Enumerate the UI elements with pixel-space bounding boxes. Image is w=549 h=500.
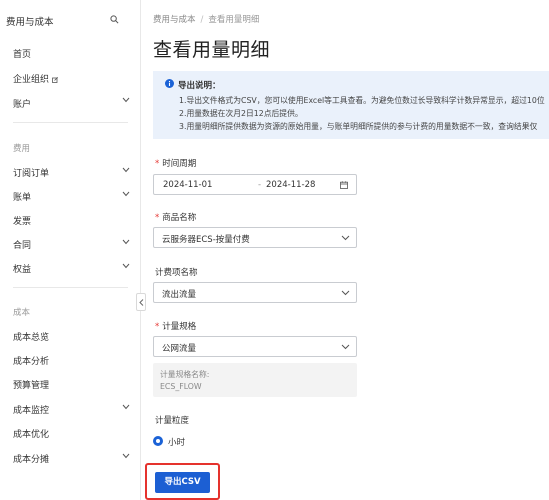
chevron-down-icon — [341, 290, 350, 296]
sidebar-item-org[interactable]: 企业组织 — [13, 72, 58, 85]
sidebar-divider — [13, 287, 128, 288]
sidebar-item-label: 企业组织 — [13, 75, 50, 85]
sidebar-item-orders[interactable]: 订阅订单 — [13, 166, 49, 179]
notice-line: 3.用量明细所提供数据为资源的原始用量，与账单明细所提供的参与计费的用量数据不一… — [179, 122, 538, 131]
sidebar-section-cost: 成本 — [13, 308, 31, 318]
calendar-icon — [340, 181, 348, 189]
sidebar: 费用与成本 首页 企业组织 账户 费用 订阅订单 账单 发票 合同 权益 成本 … — [0, 0, 141, 500]
chevron-down-icon[interactable] — [122, 404, 130, 410]
spec-value: 公网流量 — [162, 344, 197, 354]
end-date[interactable]: 2024-11-28 — [266, 180, 315, 190]
export-csv-button[interactable]: 导出CSV — [155, 472, 210, 493]
info-icon — [165, 79, 174, 88]
notice-line: 1.导出文件格式为CSV，您可以使用Excel等工具查看。为避免位数过长导致科学… — [179, 96, 545, 105]
billing-item-label: 计费项名称 — [155, 268, 198, 278]
chevron-left-icon — [138, 298, 143, 306]
spec-select[interactable]: 公网流量 — [153, 336, 357, 357]
sidebar-item-home[interactable]: 首页 — [13, 47, 31, 60]
date-range-picker[interactable]: 2024-11-01 - 2024-11-28 — [153, 174, 357, 195]
product-label: * 商品名称 — [155, 213, 197, 223]
product-select[interactable]: 云服务器ECS-按量付费 — [153, 227, 357, 248]
time-period-label: * 时间周期 — [155, 159, 197, 169]
sidebar-item-invoice[interactable]: 发票 — [13, 214, 31, 227]
start-date[interactable]: 2024-11-01 — [163, 180, 212, 190]
export-highlight: 导出CSV — [145, 463, 220, 500]
page-title: 查看用量明细 — [153, 39, 271, 61]
chevron-down-icon[interactable] — [122, 191, 130, 197]
chevron-down-icon[interactable] — [122, 239, 130, 245]
sidebar-collapse-button[interactable] — [136, 293, 146, 311]
search-icon[interactable] — [110, 15, 119, 24]
spec-label: * 计量规格 — [155, 322, 197, 332]
sidebar-item-contract[interactable]: 合同 — [13, 238, 31, 251]
chevron-down-icon[interactable] — [122, 453, 130, 459]
breadcrumb-separator: / — [200, 15, 204, 25]
spec-name-value: ECS_FLOW — [160, 382, 202, 391]
sidebar-header: 费用与成本 — [6, 17, 54, 28]
sidebar-item-cost-monitor[interactable]: 成本监控 — [13, 403, 49, 416]
export-notice: 导出说明： 1.导出文件格式为CSV，您可以使用Excel等工具查看。为避免位数… — [153, 71, 549, 139]
notice-line: 2.用量数据在次月2日12点后提供。 — [179, 109, 303, 118]
breadcrumb: 费用与成本 / 查看用量明细 — [153, 13, 259, 25]
granularity-label: 计量粒度 — [155, 416, 190, 426]
sidebar-divider — [13, 122, 128, 123]
billing-item-value: 流出流量 — [162, 290, 197, 300]
sidebar-item-account[interactable]: 账户 — [13, 97, 31, 110]
sidebar-item-benefits[interactable]: 权益 — [13, 262, 31, 275]
billing-item-select[interactable]: 流出流量 — [153, 282, 357, 303]
notice-title: 导出说明： — [178, 81, 221, 91]
spec-name-readonly: 计量规格名称: ECS_FLOW — [153, 363, 357, 397]
date-range-separator: - — [258, 180, 262, 190]
sidebar-item-cost-analysis[interactable]: 成本分析 — [13, 354, 49, 367]
sidebar-section-fee: 费用 — [13, 144, 31, 154]
breadcrumb-current: 查看用量明细 — [208, 15, 260, 25]
sidebar-item-bill[interactable]: 账单 — [13, 190, 31, 203]
external-link-icon — [52, 76, 58, 83]
chevron-down-icon[interactable] — [122, 97, 130, 103]
sidebar-item-cost-allocation[interactable]: 成本分摊 — [13, 452, 49, 465]
sidebar-item-budget[interactable]: 预算管理 — [13, 378, 49, 391]
breadcrumb-root[interactable]: 费用与成本 — [153, 15, 196, 25]
chevron-down-icon — [341, 235, 350, 241]
chevron-down-icon — [341, 344, 350, 350]
granularity-radio-hour[interactable] — [153, 436, 163, 446]
spec-name-label: 计量规格名称: — [160, 370, 210, 379]
chevron-down-icon[interactable] — [122, 263, 130, 269]
product-value: 云服务器ECS-按量付费 — [162, 235, 250, 245]
sidebar-item-cost-overview[interactable]: 成本总览 — [13, 330, 49, 343]
sidebar-item-cost-optimize[interactable]: 成本优化 — [13, 427, 49, 440]
chevron-down-icon[interactable] — [122, 167, 130, 173]
granularity-option-label[interactable]: 小时 — [168, 436, 185, 448]
